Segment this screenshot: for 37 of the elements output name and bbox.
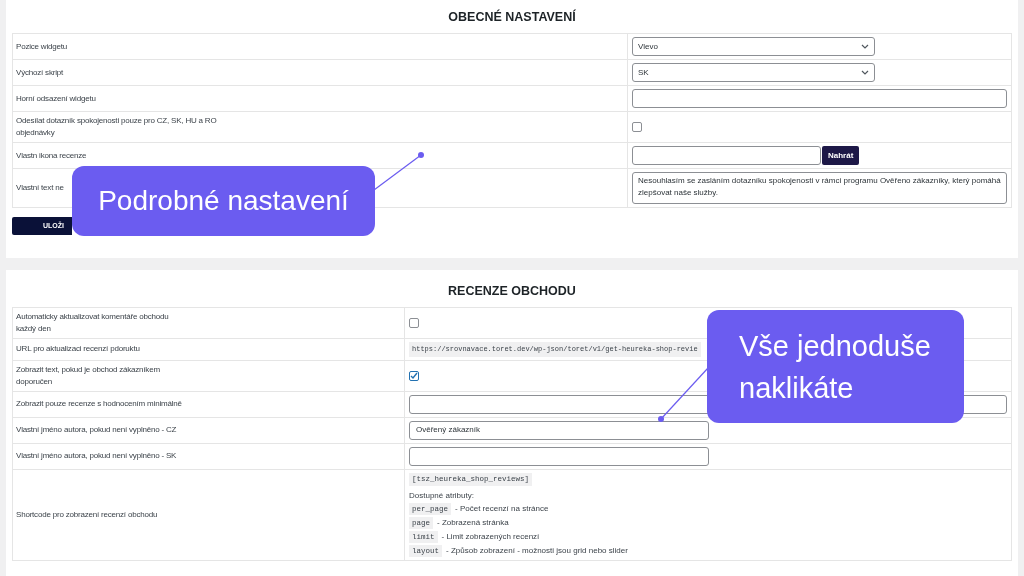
setting-label: Pozice widgetu: [16, 40, 67, 53]
dropdown[interactable]: SK: [632, 63, 875, 82]
checkbox[interactable]: [632, 122, 642, 132]
setting-label: URL pro aktualizaci recenzí pdoruktu: [16, 343, 140, 356]
input-field[interactable]: [632, 89, 1007, 108]
setting-label: Automaticky aktualizovat komentáře obchodu každý den: [16, 311, 170, 335]
setting-label: Zobrazit pouze recenze s hodnocením minimálně: [16, 398, 182, 410]
leader-line: [657, 366, 710, 423]
setting-label: Horní odsazení widgetu: [16, 92, 96, 105]
chevron-icon: [861, 44, 869, 49]
attribute-description: - Počet recenzí na stránce: [455, 503, 549, 514]
dropdown[interactable]: Vlevo: [632, 37, 875, 56]
chevron-icon: [861, 70, 869, 75]
callout: Vše jednoduše naklikáte: [707, 310, 964, 423]
setting-label: Vlastní text ne: [16, 182, 64, 194]
checkbox[interactable]: [409, 370, 419, 381]
setting-label: Výchozí skript: [16, 66, 63, 79]
input-field[interactable]: [632, 146, 821, 165]
setting-label: Vlastn ikona recenze: [16, 149, 87, 162]
checkbox[interactable]: [409, 318, 419, 328]
setting-label: Vlastní jméno autora, pokud není vyplněno - SK: [16, 450, 177, 462]
input-field[interactable]: Ověřený zákazník: [409, 420, 709, 440]
attributes-label: Dostupné atributy:: [409, 490, 474, 501]
attribute-description: - Limit zobrazených recenzí: [441, 531, 540, 542]
callout: Podrobné nastavení: [72, 166, 375, 236]
upload-button[interactable]: Nahrát: [822, 146, 860, 165]
setting-label: Shortcode pro zobrazení recenzí obchodu: [16, 508, 158, 521]
input-field[interactable]: [409, 446, 709, 466]
setting-label: Odesílat dotazník spokojenosti pouze pro CZ, SK, HU a RO objednávky: [16, 115, 218, 139]
leader-line: [372, 152, 425, 192]
textarea-field[interactable]: Nesouhlasím se zasláním dotazníku spokojenosti v rámci programu Ověřeno zákazníky, který pomáhá zlepšovat naše služby.: [632, 172, 1007, 204]
setting-label: Zobrazit text, pokud je obchod zákazníkem doporučen: [16, 363, 161, 388]
section-title: OBECNÉ NASTAVENÍ: [448, 10, 576, 24]
attribute-description: - Zobrazená stránka: [437, 517, 509, 528]
section-title: RECENZE OBCHODU: [448, 284, 576, 298]
attribute-description: - Způsob zobrazení - možnosti jsou grid nebo slider: [446, 545, 628, 556]
setting-label: Vlastní jméno autora, pokud není vyplněno - CZ: [16, 424, 177, 436]
